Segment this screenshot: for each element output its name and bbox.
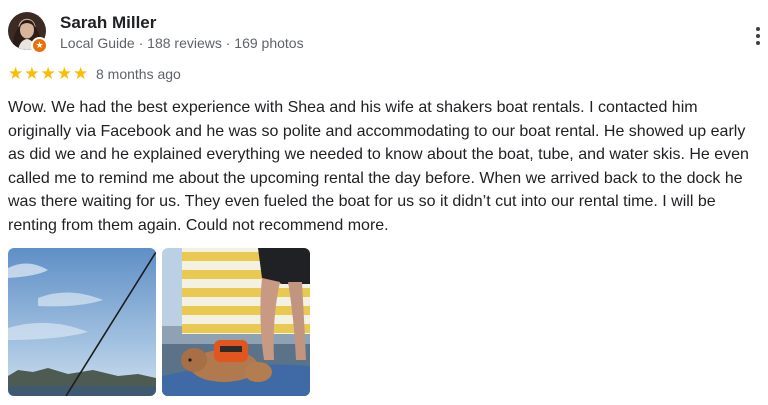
more-vertical-icon (756, 27, 760, 31)
review-date: 8 months ago (96, 66, 181, 82)
local-guide-star-icon: ★ (31, 37, 48, 54)
star-icon: ★ (24, 64, 40, 83)
reviewer-meta: Local Guide · 188 reviews · 169 photos (60, 35, 304, 51)
star-icon: ★ (73, 64, 89, 83)
more-options-button[interactable] (744, 18, 768, 54)
more-vertical-icon (756, 41, 760, 45)
star-icon: ★ (8, 64, 24, 83)
review-photo-lake[interactable] (8, 248, 156, 396)
review-photo-dog-on-boat[interactable] (162, 248, 310, 396)
more-vertical-icon (756, 34, 760, 38)
review-card: ★ Sarah Miller Local Guide · 188 reviews… (0, 0, 768, 405)
star-icon: ★ (40, 64, 56, 83)
review-text: Wow. We had the best experience with She… (8, 99, 749, 234)
reviewer-name[interactable]: Sarah Miller (60, 13, 156, 33)
star-icon: ★ (56, 64, 72, 83)
star-rating: ★ ★ ★ ★ ★ (8, 64, 88, 84)
